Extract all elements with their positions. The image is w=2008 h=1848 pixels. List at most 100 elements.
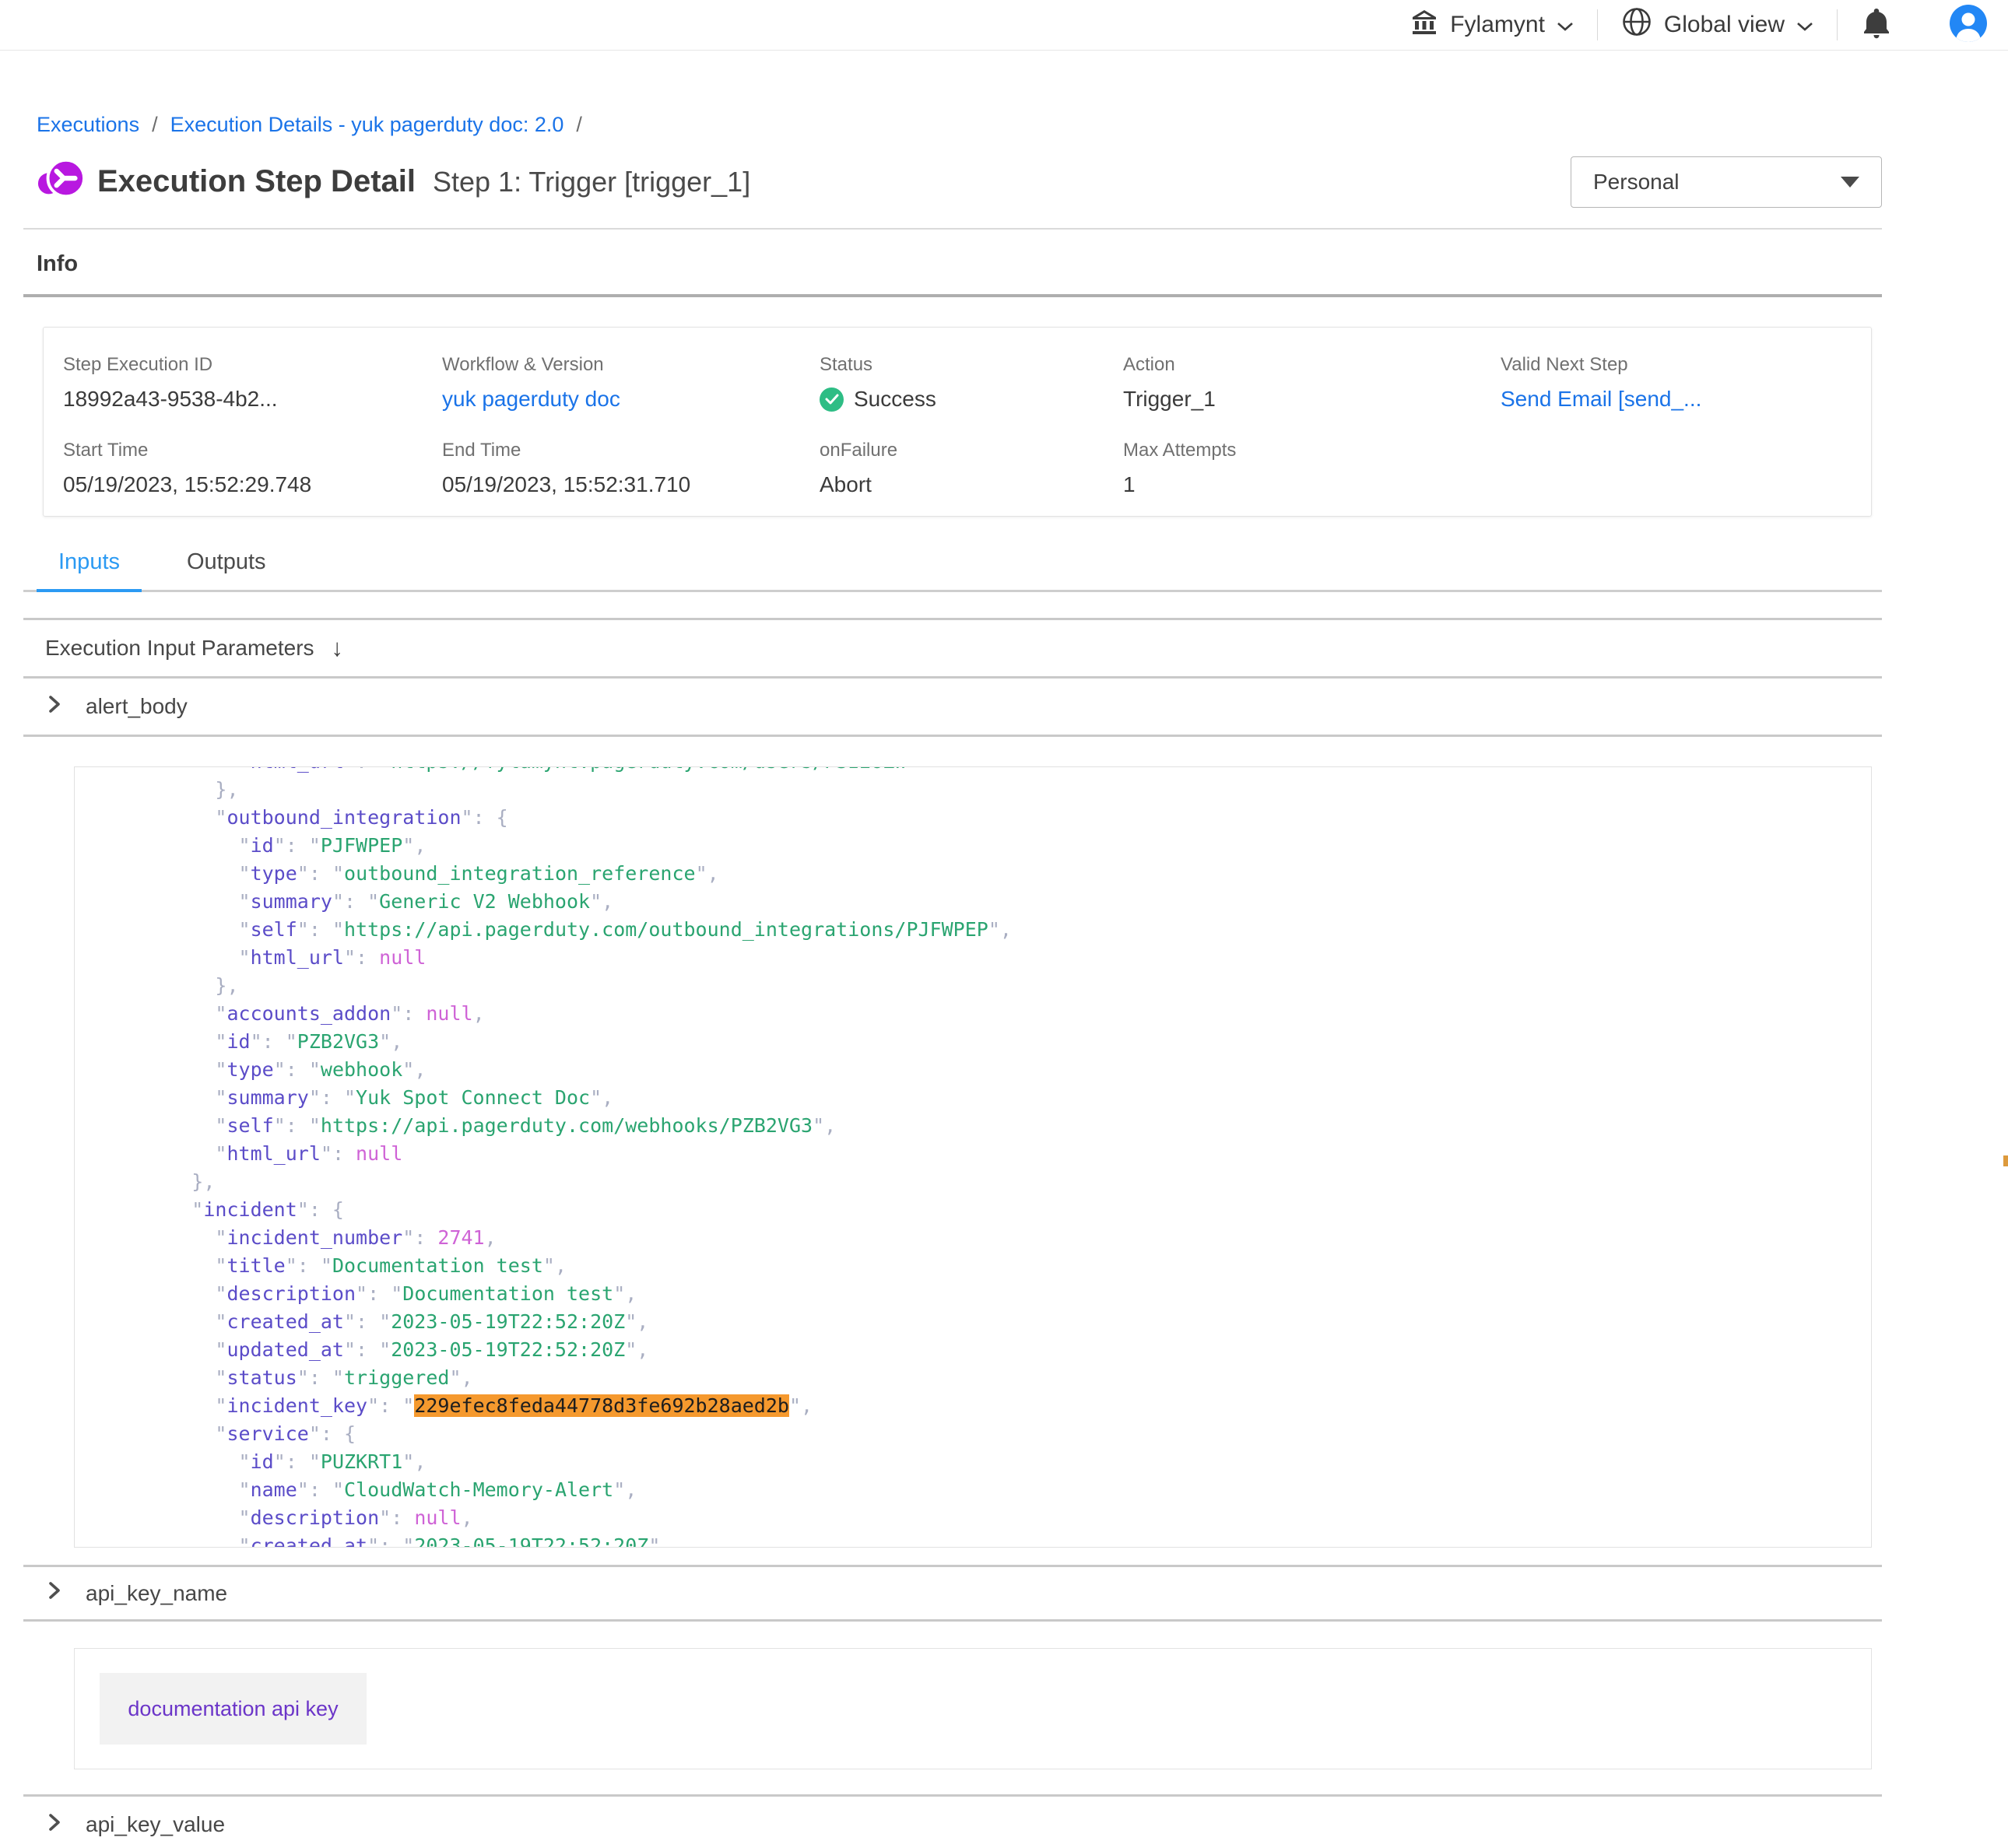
code-line: "service": { xyxy=(121,1420,1871,1448)
code-line: "description": null, xyxy=(121,1504,1871,1532)
info-field-label: onFailure xyxy=(820,440,1123,461)
code-line: "name": "CloudWatch-Memory-Alert", xyxy=(121,1476,1871,1504)
info-field-label: Step Execution ID xyxy=(63,354,442,376)
code-line: "created_at": "2023-05-19T22:52:20Z" xyxy=(121,1532,1871,1548)
chevron-right-icon xyxy=(45,1811,64,1839)
tab-inputs[interactable]: Inputs xyxy=(37,549,142,590)
top-bar: Fylamynt Global view xyxy=(0,0,2008,51)
code-line: "id": "PJFWPEP", xyxy=(121,832,1871,860)
info-field: Step Execution ID 18992a43-9538-4b2... xyxy=(63,354,442,412)
chevron-down-icon xyxy=(1796,12,1813,38)
info-field: End Time 05/19/2023, 15:52:31.710 xyxy=(442,440,820,497)
workflow-step-logo-icon xyxy=(37,156,85,208)
info-field-label: Workflow & Version xyxy=(442,354,820,376)
code-line: }, xyxy=(121,776,1871,804)
info-field-label: Valid Next Step xyxy=(1501,354,1855,376)
info-field-label: Max Attempts xyxy=(1123,440,1501,461)
code-line: }, xyxy=(121,1168,1871,1196)
breadcrumb-link[interactable]: Executions xyxy=(37,113,139,137)
code-line: "created_at": "2023-05-19T22:52:20Z", xyxy=(121,1308,1871,1336)
info-field: Start Time 05/19/2023, 15:52:29.748 xyxy=(63,440,442,497)
chevron-right-icon xyxy=(45,1580,64,1607)
code-line: "incident_number": 2741, xyxy=(121,1224,1871,1252)
code-line: "html_url": null xyxy=(121,944,1871,972)
code-line: "incident": { xyxy=(121,1196,1871,1224)
chevron-right-icon xyxy=(45,693,64,721)
view-switcher[interactable]: Global view xyxy=(1621,6,1813,44)
code-line: "status": "triggered", xyxy=(121,1364,1871,1392)
success-check-icon xyxy=(820,387,844,412)
info-field-value[interactable]: yuk pagerduty doc xyxy=(442,387,820,412)
code-line: "id": "PZB2VG3", xyxy=(121,1028,1871,1056)
code-line: "type": "webhook", xyxy=(121,1056,1871,1084)
find-highlight-scroll-marker xyxy=(2003,1155,2008,1166)
info-card: Step Execution ID 18992a43-9538-4b2...Wor… xyxy=(43,327,1872,517)
info-field xyxy=(1501,440,1855,497)
org-name: Fylamynt xyxy=(1450,12,1545,38)
alert-body-json-viewer[interactable]: "html_url": "https://fylamynt.pagerduty.… xyxy=(74,766,1872,1548)
user-avatar[interactable] xyxy=(1950,5,1987,46)
title-row: Execution Step Detail Step 1: Trigger [t… xyxy=(23,156,1882,208)
api-key-name-value-panel: documentation api key xyxy=(74,1648,1872,1769)
topbar-divider xyxy=(1837,9,1838,40)
info-field-value[interactable]: Send Email [send_... xyxy=(1501,387,1855,412)
execution-input-parameters-header: Execution Input Parameters ↓ xyxy=(23,620,1882,679)
api-key-value-expander[interactable]: api_key_value xyxy=(23,1797,1882,1848)
breadcrumb-link[interactable]: Execution Details - yuk pagerduty doc: 2… xyxy=(170,113,564,137)
breadcrumb-separator: / xyxy=(152,113,158,137)
code-line: "description": "Documentation test", xyxy=(121,1280,1871,1308)
notifications-bell-icon[interactable] xyxy=(1861,7,1892,44)
info-field: Max Attempts 1 xyxy=(1123,440,1501,497)
code-line: "html_url": "https://fylamynt.pagerduty.… xyxy=(121,766,1871,776)
chevron-down-icon xyxy=(1557,12,1574,38)
code-line: "updated_at": "2023-05-19T22:52:20Z", xyxy=(121,1336,1871,1364)
page-subtitle: Step 1: Trigger [trigger_1] xyxy=(433,166,750,198)
info-field: Valid Next Step Send Email [send_... xyxy=(1501,354,1855,412)
tab-outputs[interactable]: Outputs xyxy=(165,549,288,590)
page-title: Execution Step Detail xyxy=(97,164,416,199)
search-highlighted-text: 229efec8feda44778d3fe692b28aed2b xyxy=(414,1394,789,1417)
alert-body-label: alert_body xyxy=(86,694,188,719)
title-divider xyxy=(23,228,1882,230)
info-field-value: Abort xyxy=(820,472,1123,497)
code-line: "incident_key": "229efec8feda44778d3fe69… xyxy=(121,1392,1871,1420)
info-field: onFailure Abort xyxy=(820,440,1123,497)
code-line: "title": "Documentation test", xyxy=(121,1252,1871,1280)
breadcrumb-separator: / xyxy=(576,113,582,137)
status-text: Success xyxy=(854,387,936,412)
info-field: Action Trigger_1 xyxy=(1123,354,1501,412)
code-line: "summary": "Generic V2 Webhook", xyxy=(121,888,1871,916)
info-field-value: Success xyxy=(820,387,1123,412)
globe-icon xyxy=(1621,6,1652,44)
info-field-label: End Time xyxy=(442,440,820,461)
code-line: "id": "PUZKRT1", xyxy=(121,1448,1871,1476)
code-line: "self": "https://api.pagerduty.com/outbo… xyxy=(121,916,1871,944)
api-key-name-expander[interactable]: api_key_name xyxy=(23,1567,1882,1622)
main-content: Executions / Execution Details - yuk pager… xyxy=(0,113,2008,1848)
code-line: "accounts_addon": null, xyxy=(121,1000,1871,1028)
code-line: "html_url": null xyxy=(121,1140,1871,1168)
info-field-value: 05/19/2023, 15:52:29.748 xyxy=(63,472,442,497)
api-key-name-label: api_key_name xyxy=(86,1581,227,1606)
download-arrow-icon[interactable]: ↓ xyxy=(332,634,344,662)
info-field-value: Trigger_1 xyxy=(1123,387,1501,412)
code-line: "summary": "Yuk Spot Connect Doc", xyxy=(121,1084,1871,1112)
tab-bar: Inputs Outputs xyxy=(23,549,1882,592)
scope-select-value: Personal xyxy=(1593,170,1680,195)
info-field-label: Action xyxy=(1123,354,1501,376)
org-switcher[interactable]: Fylamynt xyxy=(1410,8,1574,42)
info-field-value: 18992a43-9538-4b2... xyxy=(63,387,442,412)
info-field: Status Success xyxy=(820,354,1123,412)
api-key-name-chip: documentation api key xyxy=(100,1673,367,1745)
view-name: Global view xyxy=(1664,12,1785,38)
bank-icon xyxy=(1410,8,1438,42)
alert-body-expander[interactable]: alert_body xyxy=(23,679,1882,737)
info-field-label: Start Time xyxy=(63,440,442,461)
info-field-value: 05/19/2023, 15:52:31.710 xyxy=(442,472,820,497)
code-line: "type": "outbound_integration_reference"… xyxy=(121,860,1871,888)
info-field-label: Status xyxy=(820,354,1123,376)
code-line: "outbound_integration": { xyxy=(121,804,1871,832)
scope-select[interactable]: Personal xyxy=(1571,156,1882,208)
info-field-value: 1 xyxy=(1123,472,1501,497)
info-field: Workflow & Version yuk pagerduty doc xyxy=(442,354,820,412)
